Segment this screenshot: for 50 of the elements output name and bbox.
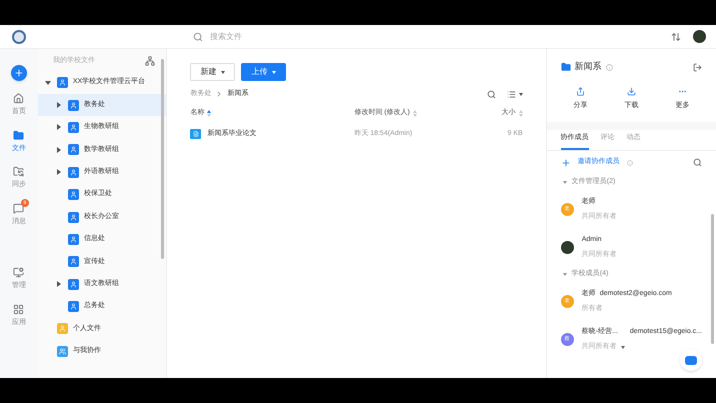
- department-icon: [68, 212, 79, 223]
- search-icon[interactable]: [693, 158, 702, 167]
- user-avatar[interactable]: [693, 30, 706, 43]
- search-icon[interactable]: [486, 90, 496, 98]
- home-icon: [13, 93, 24, 104]
- list-view-icon[interactable]: [506, 90, 516, 98]
- add-icon[interactable]: [560, 158, 571, 168]
- department-icon: [68, 301, 79, 312]
- caret-icon[interactable]: [56, 169, 61, 176]
- shared-folder-icon: [56, 346, 68, 357]
- apps-grid-icon: [13, 304, 24, 314]
- org-chart-icon[interactable]: [145, 56, 156, 66]
- caret-icon[interactable]: [518, 92, 523, 96]
- department-icon: [68, 100, 79, 111]
- caret-icon[interactable]: [56, 281, 61, 288]
- caret-icon[interactable]: [44, 80, 51, 85]
- department-icon: [68, 189, 79, 200]
- upload-button[interactable]: 上传: [241, 63, 286, 81]
- caret-icon[interactable]: [56, 146, 61, 153]
- sort-icon[interactable]: [207, 110, 212, 116]
- search-icon: [193, 32, 203, 42]
- panel-title: 新闻系: [574, 60, 602, 74]
- department-icon: [68, 166, 79, 178]
- sort-icon[interactable]: [671, 32, 681, 42]
- department-icon: [56, 77, 68, 88]
- department-icon: [68, 234, 79, 245]
- download-icon: [626, 87, 636, 96]
- collapse-icon[interactable]: [693, 62, 702, 72]
- folder-icon: [13, 130, 24, 140]
- folder-sync-icon: [13, 166, 24, 177]
- new-button[interactable]: 新建: [190, 63, 236, 81]
- school-logo[interactable]: [12, 30, 26, 44]
- share-icon: [576, 87, 585, 96]
- scrollbar-thumb[interactable]: [711, 214, 714, 344]
- folder-icon: [560, 62, 571, 72]
- department-icon: [68, 122, 79, 133]
- add-button[interactable]: [10, 65, 27, 81]
- assistant-icon[interactable]: [680, 349, 702, 371]
- plus-icon: [14, 68, 24, 78]
- caret-icon[interactable]: [56, 102, 61, 108]
- scrollbar-thumb[interactable]: [161, 59, 164, 259]
- department-icon: [68, 256, 79, 268]
- department-icon: [68, 144, 79, 156]
- personal-folder-icon: [56, 323, 68, 334]
- caret-icon[interactable]: [620, 346, 625, 349]
- monitor-icon: [13, 267, 24, 278]
- message-icon: [13, 202, 24, 214]
- department-icon: [68, 278, 79, 290]
- caret-icon[interactable]: [56, 124, 61, 130]
- folder-icon: [190, 129, 202, 139]
